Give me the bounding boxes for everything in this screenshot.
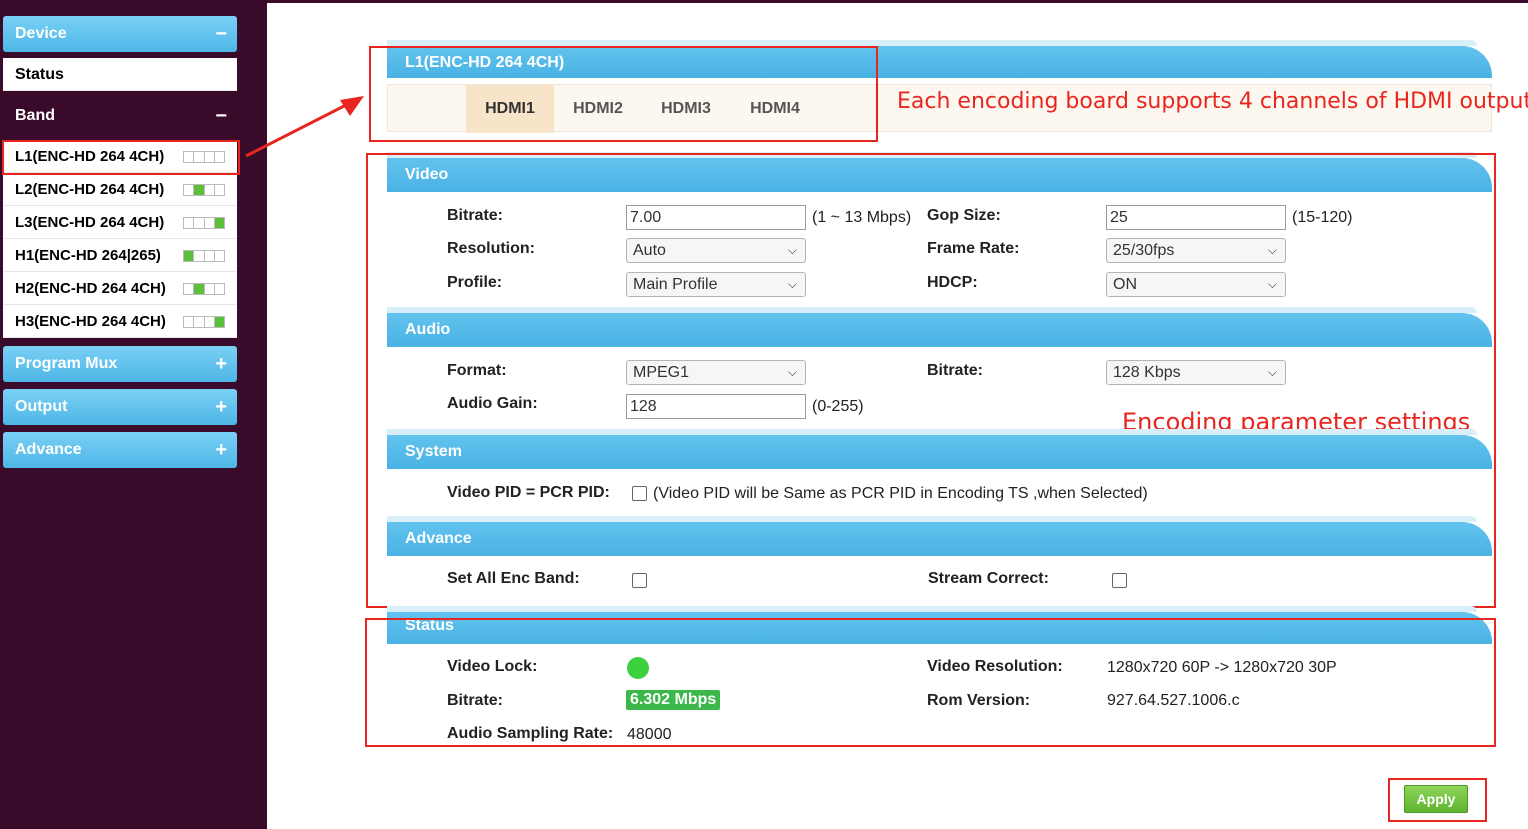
channel-indicator-icon bbox=[183, 217, 225, 229]
board-label: H3(ENC-HD 264 4CH) bbox=[15, 313, 166, 330]
expand-icon: + bbox=[215, 396, 227, 418]
expand-icon: + bbox=[215, 439, 227, 461]
sidebar-program-mux-label: Program Mux bbox=[15, 355, 118, 372]
sidebar-item-status-label: Status bbox=[15, 66, 64, 83]
top-strip bbox=[267, 0, 1528, 3]
highlight-box-params bbox=[366, 153, 1496, 608]
highlight-box-tabs bbox=[369, 46, 878, 142]
channel-indicator-icon bbox=[183, 250, 225, 262]
board-label: L2(ENC-HD 264 4CH) bbox=[15, 181, 165, 198]
sidebar-device-header[interactable]: Device − bbox=[3, 16, 237, 52]
channel-indicator-icon bbox=[183, 316, 225, 328]
channel-indicator-icon bbox=[183, 283, 225, 295]
sidebar-band-header[interactable]: Band − bbox=[3, 98, 237, 134]
expand-icon: + bbox=[215, 353, 227, 375]
annotation-arrow-icon bbox=[245, 96, 364, 158]
sidebar-advance-header[interactable]: Advance + bbox=[3, 432, 237, 468]
sidebar-program-mux-header[interactable]: Program Mux + bbox=[3, 346, 237, 382]
app-root: Device − Status Band − L1(ENC-HD 264 4CH… bbox=[0, 0, 1528, 829]
collapse-icon: − bbox=[215, 105, 227, 127]
sidebar-item-status[interactable]: Status bbox=[3, 58, 237, 91]
highlight-box-l1 bbox=[2, 140, 240, 175]
sidebar: Device − Status Band − L1(ENC-HD 264 4CH… bbox=[0, 0, 267, 829]
sidebar-board-h2[interactable]: H2(ENC-HD 264 4CH) bbox=[3, 272, 237, 305]
board-label: H2(ENC-HD 264 4CH) bbox=[15, 280, 166, 297]
highlight-box-status bbox=[365, 618, 1496, 747]
sidebar-band-label: Band bbox=[15, 107, 55, 124]
highlight-box-apply bbox=[1388, 778, 1487, 822]
sidebar-device-label: Device bbox=[15, 25, 67, 42]
sidebar-board-l2[interactable]: L2(ENC-HD 264 4CH) bbox=[3, 173, 237, 206]
sidebar-advance-label: Advance bbox=[15, 441, 82, 458]
sidebar-output-label: Output bbox=[15, 398, 68, 415]
channel-indicator-icon bbox=[183, 184, 225, 196]
sidebar-board-h3[interactable]: H3(ENC-HD 264 4CH) bbox=[3, 305, 237, 338]
board-label: H1(ENC-HD 264|265) bbox=[15, 247, 161, 264]
sidebar-board-l3[interactable]: L3(ENC-HD 264 4CH) bbox=[3, 206, 237, 239]
sidebar-board-h1[interactable]: H1(ENC-HD 264|265) bbox=[3, 239, 237, 272]
annotation-tabs-note: Each encoding board supports 4 channels … bbox=[897, 89, 1528, 114]
board-label: L3(ENC-HD 264 4CH) bbox=[15, 214, 165, 231]
sidebar-output-header[interactable]: Output + bbox=[3, 389, 237, 425]
collapse-icon: − bbox=[215, 23, 227, 45]
